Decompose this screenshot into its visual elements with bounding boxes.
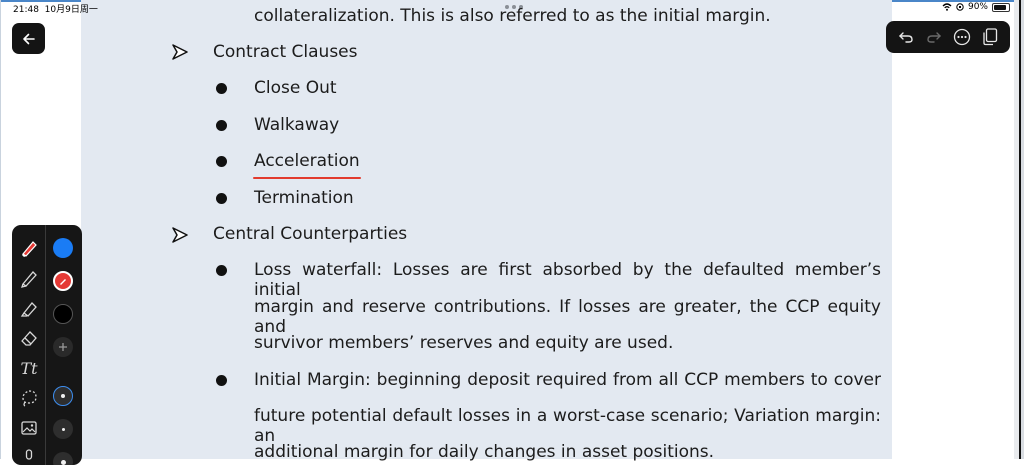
redo-icon [927, 32, 941, 43]
marker-tool[interactable] [17, 296, 41, 320]
eraser-tool[interactable] [17, 326, 41, 350]
toolbox-divider [45, 225, 46, 465]
color-swatch-blue[interactable] [53, 238, 73, 258]
orientation-lock-icon [956, 3, 964, 11]
pencil-tool[interactable] [17, 266, 41, 290]
document-page[interactable] [81, 0, 892, 459]
color-swatch-red-selected[interactable] [53, 271, 73, 291]
battery-icon [992, 2, 1010, 12]
list-item: Close Out [254, 78, 337, 98]
highlighter-pen-icon [22, 241, 37, 257]
more-icon [953, 28, 971, 46]
list-item: Acceleration [254, 151, 360, 171]
bullet-dot [216, 265, 227, 276]
status-date-text: 10月9日周一 [44, 5, 98, 15]
list-item: Walkaway [254, 115, 340, 135]
bullet-dot [216, 83, 227, 94]
marker-icon [20, 302, 37, 317]
redo-button[interactable] [923, 26, 945, 48]
pages-icon [983, 28, 998, 46]
eraser-icon [21, 331, 37, 346]
list-item: Termination [254, 188, 354, 208]
paragraph-line: Initial Margin: beginning deposit requir… [254, 370, 881, 390]
text-tool[interactable]: Tt [17, 356, 41, 380]
paragraph-line: survivor members’ reserves and equity ar… [254, 333, 674, 353]
undo-icon [899, 32, 913, 43]
bullet-dot [216, 193, 227, 204]
bullet-dot [216, 375, 227, 386]
undo-button[interactable] [895, 26, 917, 48]
section-heading: Contract Clauses [213, 42, 358, 62]
status-icons: 90% [942, 2, 1010, 12]
top-toolbar [886, 21, 1010, 53]
pencil-icon [21, 271, 37, 288]
status-time-text: 21:48 [13, 5, 39, 15]
back-button[interactable] [12, 23, 45, 54]
image-tool[interactable] [17, 416, 41, 440]
plus-icon [59, 343, 67, 351]
microphone-tool[interactable] [17, 445, 41, 465]
microphone-icon [25, 449, 33, 460]
bullet-dot [216, 156, 227, 167]
bullet-dot [216, 120, 227, 131]
stroke-size-option-selected[interactable] [53, 386, 73, 406]
status-time: 21:48 10月9日周一 [13, 2, 98, 15]
pages-button[interactable] [979, 26, 1001, 48]
edit-color-icon [60, 279, 66, 285]
text-tool-icon: Tt [20, 358, 38, 378]
red-ink-underline[interactable] [253, 177, 361, 179]
window-left-edge [0, 0, 1, 459]
more-button[interactable] [951, 26, 973, 48]
paragraph-line: margin and reserve contributions. If los… [254, 297, 881, 337]
paragraph-line: additional margin for daily changes in a… [254, 442, 715, 462]
wifi-icon [942, 3, 952, 11]
color-swatch-black[interactable] [53, 304, 73, 324]
section-heading: Central Counterparties [213, 224, 408, 244]
highlighter-pen-tool[interactable] [17, 236, 41, 260]
lasso-tool[interactable] [17, 386, 41, 410]
arrowhead-bullet-icon [172, 227, 188, 243]
lasso-icon [22, 390, 37, 407]
paragraph-line: future potential default losses in a wor… [254, 406, 881, 446]
paragraph-line: Loss waterfall: Losses are first absorbe… [254, 260, 881, 300]
battery-percent: 90% [967, 2, 988, 12]
pen-toolbox: Tt [12, 225, 82, 465]
arrow-left-icon [22, 33, 35, 44]
doc-line: collateralization. This is also referred… [254, 6, 771, 26]
arrowhead-bullet-icon [172, 44, 188, 60]
add-color-button[interactable] [53, 337, 73, 357]
window-right-edge [1014, 0, 1024, 459]
stroke-size-option[interactable] [53, 419, 73, 439]
image-icon [21, 421, 37, 435]
